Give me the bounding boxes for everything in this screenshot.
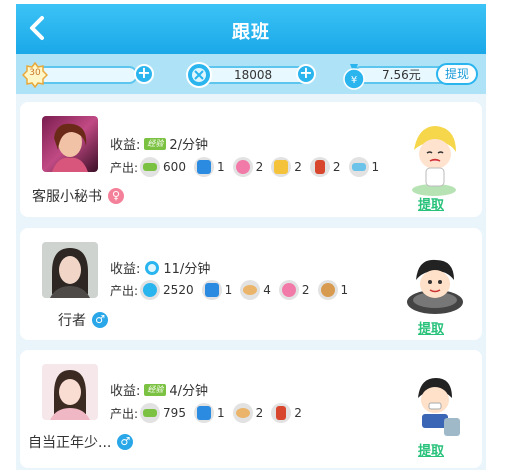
page-title: 跟班 <box>232 22 270 43</box>
card-icon <box>193 403 214 423</box>
collect-button[interactable]: 提取 <box>418 440 444 459</box>
bread-icon <box>232 403 253 423</box>
avatar-portrait-icon <box>42 242 98 298</box>
collect-button[interactable]: 提取 <box>418 194 444 213</box>
earnings-label: 收益: <box>110 262 141 277</box>
item-count: 2520 <box>163 283 194 297</box>
item-count: 1 <box>371 160 380 174</box>
follower-card: 收益: 经验 4/分钟 产出: 795 1 2 2 自当正年少... ♂ 提取 <box>20 350 482 468</box>
exp-badge-icon: 经验 <box>144 383 167 396</box>
avatar-portrait-icon <box>52 123 88 172</box>
female-icon: ♀ <box>108 188 124 204</box>
coin-icon <box>145 260 160 275</box>
card-icon <box>201 280 222 300</box>
follower-name: 自当正年少... <box>28 435 112 451</box>
follower-card: 收益: 11/分钟 产出: 2520 1 4 2 1 行者 ♂ 提取 <box>20 228 482 340</box>
cookie-icon <box>317 280 338 300</box>
item-count: 1 <box>216 160 225 174</box>
earnings-row: 收益: 11/分钟 <box>110 258 210 277</box>
item-count: 1 <box>340 283 349 297</box>
add-level-button[interactable]: + <box>134 64 154 84</box>
avatar[interactable] <box>42 242 98 298</box>
donut-icon <box>278 280 299 300</box>
boy-washing-mascot-icon <box>418 378 460 436</box>
item-count: 1 <box>224 283 233 297</box>
earnings-value: 4/分钟 <box>169 384 209 399</box>
earnings-label: 收益: <box>110 138 141 153</box>
output-row: 产出: 2520 1 4 2 1 <box>110 280 356 300</box>
coin-icon <box>186 62 212 88</box>
earnings-value: 2/分钟 <box>169 138 209 153</box>
coins-value: 18008 <box>234 68 273 82</box>
item-count: 1 <box>216 406 225 420</box>
money-bag-icon: ¥ <box>343 64 365 90</box>
resource-bar: 30 + 18008 + 7.56元 ¥ 提现 <box>16 54 486 94</box>
add-coins-button[interactable]: + <box>296 64 316 84</box>
exp-icon <box>140 157 161 177</box>
coin-icon <box>140 280 161 300</box>
cash-value: 7.56元 <box>382 68 421 82</box>
drink-icon <box>271 403 292 423</box>
earnings-value: 11/分钟 <box>163 262 211 277</box>
earnings-label: 收益: <box>110 384 141 399</box>
earnings-row: 收益: 经验 2/分钟 <box>110 134 208 153</box>
output-label: 产出: <box>110 160 139 175</box>
male-icon: ♂ <box>92 312 108 328</box>
avatar[interactable] <box>42 116 98 172</box>
item-count: 795 <box>163 406 186 420</box>
item-count: 2 <box>255 160 264 174</box>
ticket-icon <box>348 157 369 177</box>
follower-name: 客服小秘书 <box>32 189 102 205</box>
donut-icon <box>232 157 253 177</box>
item-count: 2 <box>301 283 310 297</box>
avatar[interactable] <box>42 364 98 420</box>
item-count: 2 <box>255 406 264 420</box>
item-count: 600 <box>163 160 186 174</box>
follower-name: 行者 <box>58 313 86 329</box>
app-frame: 跟班 30 + 18008 + 7.56元 ¥ 提现 收益: 经验 2/分钟 产… <box>16 4 486 470</box>
header-bar: 跟班 <box>16 4 486 54</box>
follower-name-row: 客服小秘书 ♀ <box>32 186 124 206</box>
follower-name-row: 行者 ♂ <box>58 310 108 330</box>
exp-icon <box>140 403 161 423</box>
avatar-portrait-icon <box>42 364 98 420</box>
level-value: 30 <box>29 68 41 78</box>
collect-button[interactable]: 提取 <box>418 318 444 337</box>
exp-badge-icon: 经验 <box>144 137 167 150</box>
item-count: 2 <box>294 406 302 420</box>
item-count: 2 <box>332 160 341 174</box>
male-icon: ♂ <box>117 434 134 450</box>
item-count: 2 <box>294 160 302 174</box>
item-count: 4 <box>263 283 271 297</box>
output-row: 产出: 600 1 2 2 2 1 <box>110 157 387 177</box>
output-label: 产出: <box>110 283 139 298</box>
follower-name-row: 自当正年少... ♂ <box>28 432 134 452</box>
card-icon <box>193 157 214 177</box>
drink-icon <box>309 157 330 177</box>
fries-icon <box>271 157 292 177</box>
earnings-row: 收益: 经验 4/分钟 <box>110 380 208 399</box>
output-label: 产出: <box>110 406 139 421</box>
follower-card: 收益: 经验 2/分钟 产出: 600 1 2 2 2 1 客服小秘书 ♀ 提取 <box>20 102 482 217</box>
bread-icon <box>240 280 261 300</box>
crying-girl-mascot-icon <box>412 126 456 196</box>
output-row: 产出: 795 1 2 2 <box>110 403 310 423</box>
svg-text:¥: ¥ <box>351 75 357 86</box>
withdraw-button[interactable]: 提现 <box>436 63 478 85</box>
